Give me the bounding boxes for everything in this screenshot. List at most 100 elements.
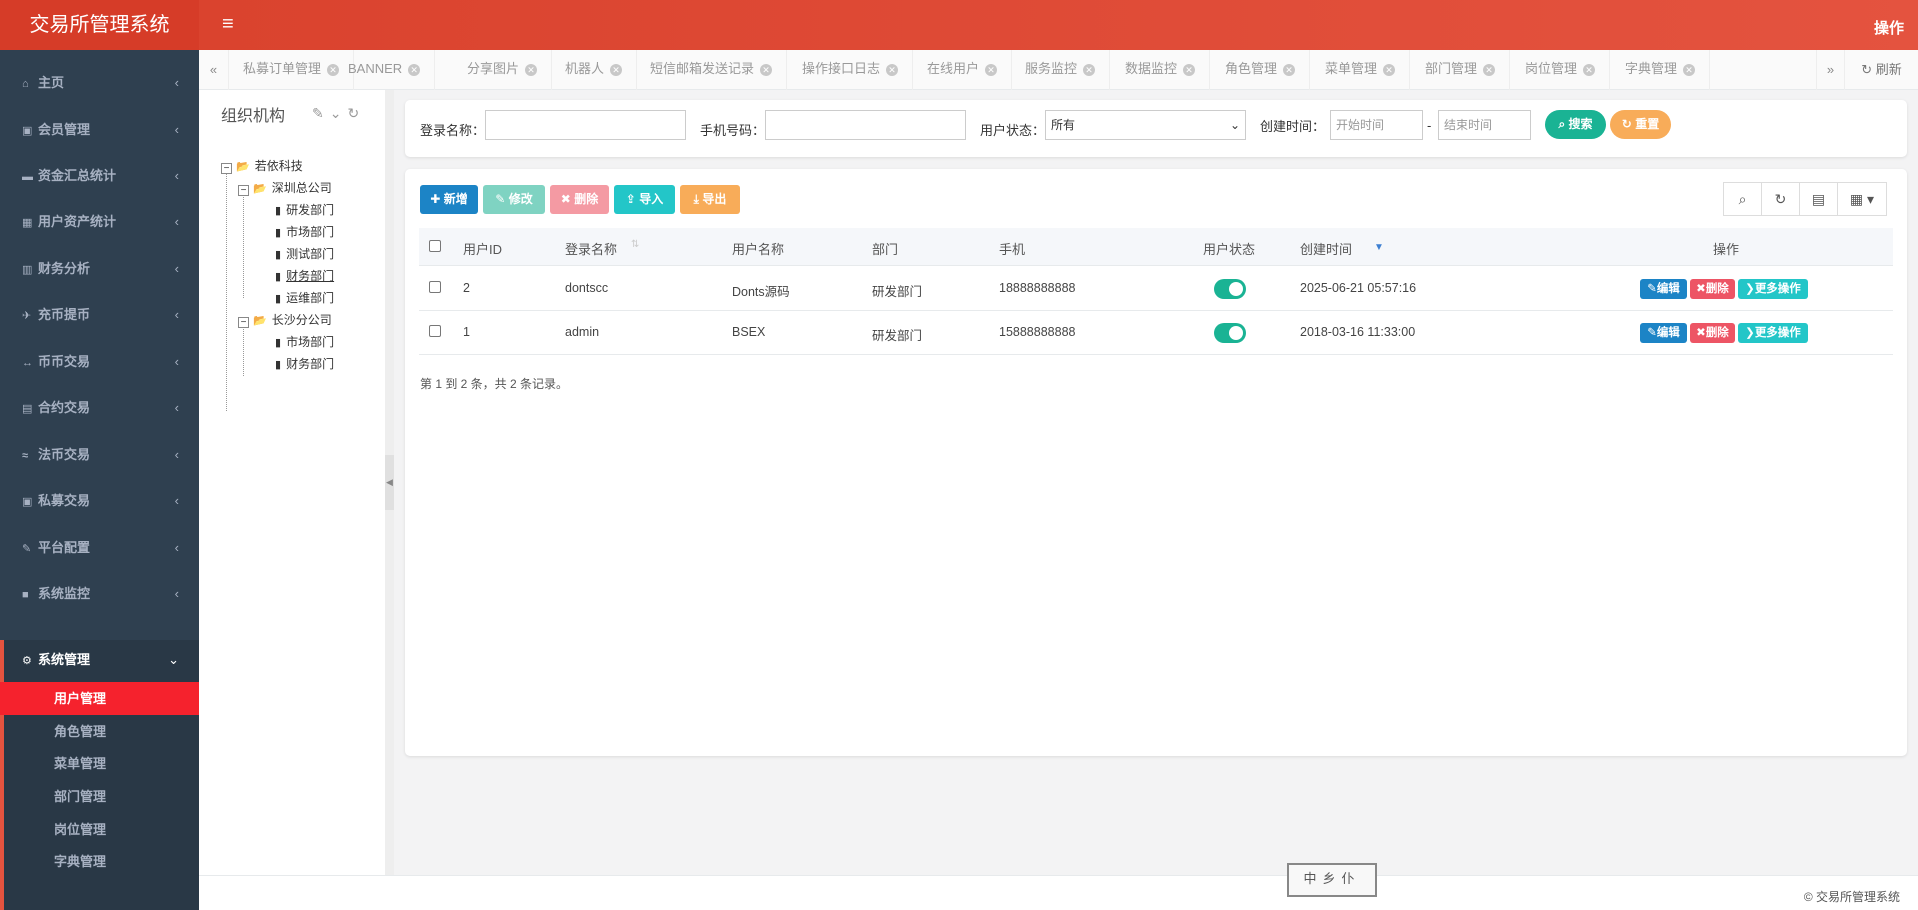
card-view-icon[interactable]: ▤ xyxy=(1799,182,1838,216)
tab-service-monitor[interactable]: 服务监控 ✕ xyxy=(1011,50,1111,90)
tabs-scroll-right-icon[interactable]: » xyxy=(1816,50,1844,90)
collapse-icon[interactable]: − xyxy=(238,185,249,196)
row-edit-button[interactable]: ✎编辑 xyxy=(1640,279,1687,299)
sidebar-item-platform-config[interactable]: ✎ 平台配置 ‹ xyxy=(0,528,199,568)
chevron-down-icon[interactable]: ⌄ xyxy=(330,105,348,121)
sidebar-subitem-menus[interactable]: 菜单管理 xyxy=(0,747,199,780)
sidebar-subitem-roles[interactable]: 角色管理 xyxy=(0,715,199,748)
sidebar-item-system-management[interactable]: ⚙ 系统管理 ⌄ xyxy=(0,640,199,680)
column-header[interactable]: 用户名称 xyxy=(732,239,784,258)
tab-sms-email-log[interactable]: 短信邮箱发送记录 ✕ xyxy=(636,50,788,90)
collapse-left-icon[interactable]: ◀ xyxy=(385,455,394,510)
close-icon[interactable]: ✕ xyxy=(760,64,773,76)
search-toggle-icon[interactable]: ⌕ xyxy=(1723,182,1762,216)
sidebar-subitem-users[interactable]: 用户管理 xyxy=(0,682,199,715)
tree-node-dept[interactable]: ▮ 市场部门 xyxy=(275,223,334,240)
sidebar-item-funds-summary[interactable]: ▬ 资金汇总统计 ‹ xyxy=(0,156,199,196)
status-select[interactable]: 所有 ⌄ xyxy=(1045,110,1246,140)
add-button[interactable]: ✚ 新增 xyxy=(420,185,478,214)
row-more-button[interactable]: ❯更多操作 xyxy=(1738,279,1808,299)
sidebar-subitem-dictionary[interactable]: 字典管理 xyxy=(0,845,199,878)
export-button[interactable]: ⤓ 导出 xyxy=(680,185,740,214)
tab-api-log[interactable]: 操作接口日志 ✕ xyxy=(788,50,914,90)
sidebar-item-private-trading[interactable]: ▣ 私募交易 ‹ xyxy=(0,481,199,521)
column-header[interactable]: 创建时间 xyxy=(1300,239,1352,258)
tab-menus[interactable]: 菜单管理 ✕ xyxy=(1311,50,1411,90)
close-icon[interactable]: ✕ xyxy=(1283,64,1296,76)
sidebar-item-contract-trading[interactable]: ▤ 合约交易 ‹ xyxy=(0,388,199,428)
row-delete-button[interactable]: ✖删除 xyxy=(1690,279,1735,299)
sort-icon[interactable]: ⇅ xyxy=(631,239,639,250)
refresh-icon[interactable]: ↻ xyxy=(347,105,365,121)
hamburger-menu-icon[interactable]: ≡ xyxy=(222,13,234,35)
close-icon[interactable]: ✕ xyxy=(886,64,899,76)
status-toggle[interactable] xyxy=(1214,323,1246,343)
row-checkbox[interactable] xyxy=(429,281,441,293)
column-header[interactable]: 手机 xyxy=(999,239,1025,258)
tabs-scroll-left-icon[interactable]: « xyxy=(199,50,229,90)
sidebar-item-fiat-trading[interactable]: ≈ 法币交易 ‹ xyxy=(0,435,199,475)
column-header[interactable]: 用户ID xyxy=(463,239,502,258)
close-icon[interactable]: ✕ xyxy=(408,64,421,76)
close-icon[interactable]: ✕ xyxy=(1683,64,1696,76)
tree-node-dept[interactable]: ▮ 测试部门 xyxy=(275,245,334,262)
close-icon[interactable]: ✕ xyxy=(525,64,538,76)
collapse-icon[interactable]: − xyxy=(221,163,232,174)
tree-node-branch[interactable]: − 📂 深圳总公司 xyxy=(238,179,332,196)
refresh-icon[interactable]: ↻ xyxy=(1761,182,1800,216)
delete-button[interactable]: ✖ 删除 xyxy=(550,185,609,214)
sidebar-item-deposit-withdraw[interactable]: ✈ 充币提币 ‹ xyxy=(0,295,199,335)
tree-node-dept[interactable]: ▮ 财务部门 xyxy=(275,267,334,284)
column-header[interactable]: 部门 xyxy=(872,239,898,258)
tree-node-root[interactable]: − 📂 若依科技 xyxy=(221,157,303,174)
row-checkbox[interactable] xyxy=(429,325,441,337)
sidebar-item-coin-trading[interactable]: ↔ 币币交易 ‹ xyxy=(0,342,199,382)
top-operations-button[interactable]: 操作 xyxy=(1874,17,1904,38)
collapse-icon[interactable]: − xyxy=(238,317,249,328)
sidebar-subitem-posts[interactable]: 岗位管理 xyxy=(0,813,199,846)
import-button[interactable]: ⇪ 导入 xyxy=(614,185,675,214)
close-icon[interactable]: ✕ xyxy=(1083,64,1096,76)
reset-button[interactable]: ↻ 重置 xyxy=(1610,110,1671,139)
row-delete-button[interactable]: ✖删除 xyxy=(1690,323,1735,343)
start-time-input[interactable]: 开始时间 xyxy=(1330,110,1423,140)
sidebar-subitem-departments[interactable]: 部门管理 xyxy=(0,780,199,813)
tree-node-dept[interactable]: ▮ 市场部门 xyxy=(275,333,334,350)
tree-node-dept[interactable]: ▮ 运维部门 xyxy=(275,289,334,306)
row-edit-button[interactable]: ✎编辑 xyxy=(1640,323,1687,343)
sidebar-item-members[interactable]: ▣ 会员管理 ‹ xyxy=(0,110,199,150)
sidebar-item-home[interactable]: ⌂ 主页 ‹ xyxy=(0,63,199,103)
columns-icon[interactable]: ▦ ▾ xyxy=(1837,182,1887,216)
search-button[interactable]: ⌕ 搜索 xyxy=(1545,110,1606,139)
sort-desc-icon[interactable]: ▼ xyxy=(1374,242,1384,253)
tab-departments[interactable]: 部门管理 ✕ xyxy=(1411,50,1511,90)
tab-online-users[interactable]: 在线用户 ✕ xyxy=(913,50,1013,90)
column-header[interactable]: 用户状态 xyxy=(1203,239,1255,258)
tab-roles[interactable]: 角色管理 ✕ xyxy=(1211,50,1311,90)
close-icon[interactable]: ✕ xyxy=(1383,64,1396,76)
close-icon[interactable]: ✕ xyxy=(985,64,998,76)
close-icon[interactable]: ✕ xyxy=(1483,64,1496,76)
edit-button[interactable]: ✎ 修改 xyxy=(483,185,545,214)
sidebar-item-asset-stats[interactable]: ▦ 用户资产统计 ‹ xyxy=(0,202,199,242)
tab-data-monitor[interactable]: 数据监控 ✕ xyxy=(1111,50,1211,90)
tab-posts[interactable]: 岗位管理 ✕ xyxy=(1511,50,1611,90)
tree-node-branch[interactable]: − 📂 长沙分公司 xyxy=(238,311,332,328)
close-icon[interactable]: ✕ xyxy=(1183,64,1196,76)
refresh-tab-button[interactable]: ↻ 刷新 xyxy=(1844,50,1918,90)
status-toggle[interactable] xyxy=(1214,279,1246,299)
tab-dictionary[interactable]: 字典管理 ✕ xyxy=(1611,50,1711,90)
tab-robots[interactable]: 机器人 ✕ xyxy=(551,50,638,90)
tree-node-dept[interactable]: ▮ 研发部门 xyxy=(275,201,334,218)
phone-input[interactable] xyxy=(765,110,966,140)
column-header[interactable]: 登录名称 xyxy=(565,239,617,258)
tab-share-images[interactable]: 分享图片 ✕ xyxy=(453,50,553,90)
end-time-input[interactable]: 结束时间 xyxy=(1438,110,1531,140)
login-name-input[interactable] xyxy=(485,110,686,140)
edit-icon[interactable]: ✎ xyxy=(312,105,330,121)
select-all-checkbox[interactable] xyxy=(429,240,441,252)
tab-banner[interactable]: BANNER ✕ xyxy=(334,50,436,90)
sidebar-item-finance[interactable]: ▥ 财务分析 ‹ xyxy=(0,249,199,289)
sidebar-item-system-monitor[interactable]: ■ 系统监控 ‹ xyxy=(0,574,199,614)
tree-node-dept[interactable]: ▮ 财务部门 xyxy=(275,355,334,372)
